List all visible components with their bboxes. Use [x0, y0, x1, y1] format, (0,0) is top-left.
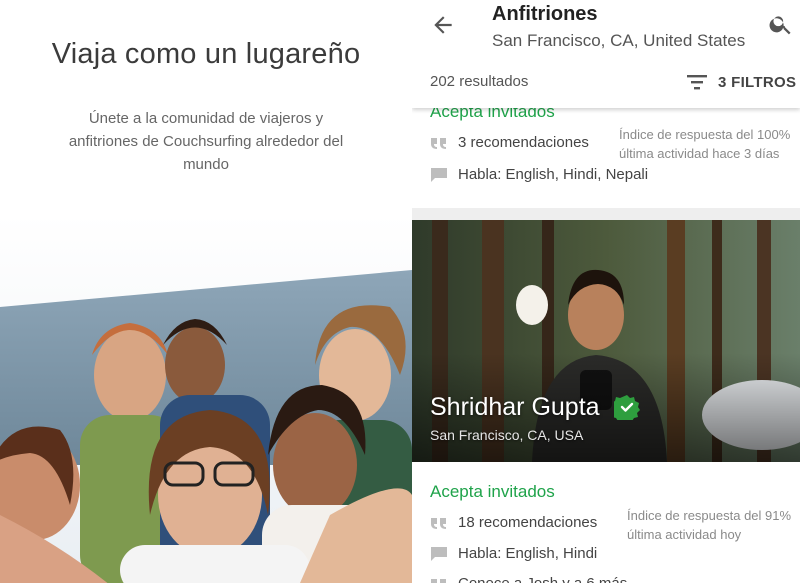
filter-list-icon: [687, 75, 707, 90]
host-card[interactable]: Shridhar Gupta San Francisco, CA, USA Ac…: [412, 220, 800, 583]
results-count: 202 resultados: [430, 73, 529, 90]
host-stats: Índice de respuesta del 91% última activ…: [627, 506, 791, 544]
languages-text: Habla: English, Hindi, Nepali: [458, 166, 649, 183]
onboarding-headline: Viaja como un lugareño: [51, 38, 361, 70]
search-location[interactable]: San Francisco, CA, United States: [492, 31, 745, 51]
last-active: última actividad hoy: [627, 527, 742, 542]
onboarding-screen: Viaja como un lugareño Únete a la comuni…: [0, 0, 412, 583]
hosts-screen: Acepta invitados 3 recomendaciones Índic…: [412, 0, 800, 583]
languages-row: Habla: English, Hindi, Nepali: [430, 166, 648, 183]
host-stats: Índice de respuesta del 100% última acti…: [619, 125, 790, 163]
chat-bubble-icon: [431, 546, 447, 561]
recommendations-row: 3 recomendaciones: [430, 134, 589, 151]
response-rate: Índice de respuesta del 91%: [627, 508, 792, 523]
host-name[interactable]: Shridhar Gupta: [430, 393, 600, 422]
host-card[interactable]: Acepta invitados 3 recomendaciones Índic…: [412, 96, 800, 208]
languages-row: Habla: English, Hindi: [430, 545, 597, 562]
host-profile-photo: [412, 220, 800, 462]
group-selfie-photo: [0, 215, 412, 583]
filters-button[interactable]: 3 FILTROS: [686, 70, 796, 94]
app-bar: Anfitriones San Francisco, CA, United St…: [412, 0, 800, 108]
verified-badge-icon: [614, 395, 640, 420]
search-icon[interactable]: [768, 11, 794, 37]
arrow-back-icon[interactable]: [430, 12, 456, 38]
mutual-connections-text: Conoce a Josh y a 6 más: [458, 575, 627, 583]
chat-bubble-icon: [431, 167, 447, 182]
accepts-guests-status: Acepta invitados: [430, 482, 555, 501]
quote-icon: [431, 517, 446, 529]
quote-icon: [431, 578, 446, 583]
page-title: Anfitriones: [492, 3, 598, 25]
recommendations-count: 3 recomendaciones: [458, 134, 589, 151]
filters-label: 3 FILTROS: [718, 73, 797, 91]
app-screens: Viaja como un lugareño Únete a la comuni…: [0, 0, 800, 583]
languages-text: Habla: English, Hindi: [458, 545, 598, 562]
onboarding-subtext: Únete a la comunidad de viajeros y anfit…: [68, 110, 344, 173]
mutual-connections-row: Conoce a Josh y a 6 más: [430, 575, 627, 583]
recommendations-row: 18 recomendaciones: [430, 514, 597, 531]
response-rate: Índice de respuesta del 100%: [619, 127, 791, 142]
host-location: San Francisco, CA, USA: [430, 427, 584, 443]
last-active: última actividad hace 3 días: [619, 146, 780, 161]
quote-icon: [431, 137, 446, 149]
recommendations-count: 18 recomendaciones: [458, 514, 598, 531]
